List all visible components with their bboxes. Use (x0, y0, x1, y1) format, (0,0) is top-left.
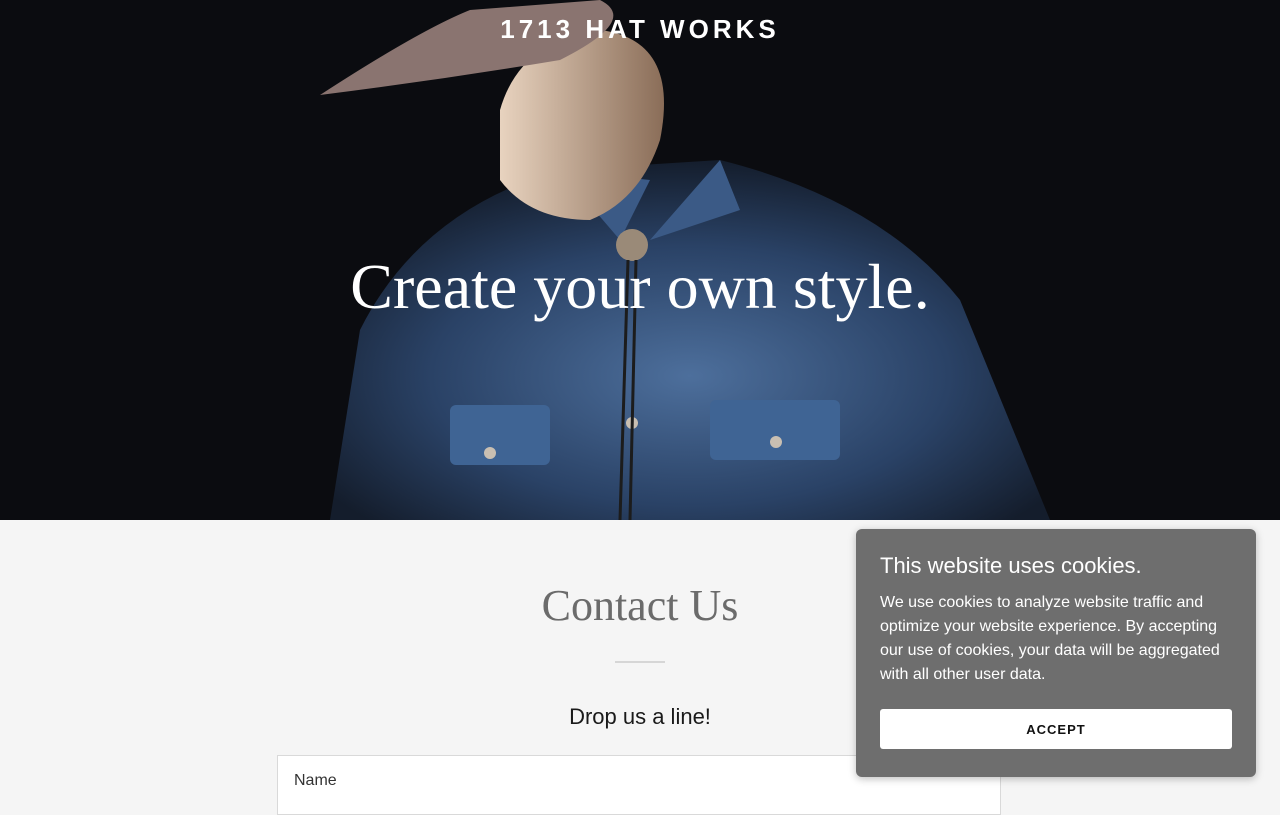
name-field-label: Name (294, 772, 337, 789)
cookie-body: We use cookies to analyze website traffi… (880, 594, 1220, 683)
site-logo-link[interactable]: 1713 HAT WORKS (0, 14, 1280, 45)
hero-banner: 1713 HAT WORKS Create your own style. (0, 0, 1280, 520)
accept-cookies-button[interactable]: ACCEPT (880, 709, 1232, 749)
title-divider (615, 661, 665, 663)
cookie-title: This website uses cookies. (880, 553, 1142, 578)
hero-title: Create your own style. (350, 251, 930, 322)
cookie-banner: This website uses cookies. We use cookie… (856, 529, 1256, 777)
